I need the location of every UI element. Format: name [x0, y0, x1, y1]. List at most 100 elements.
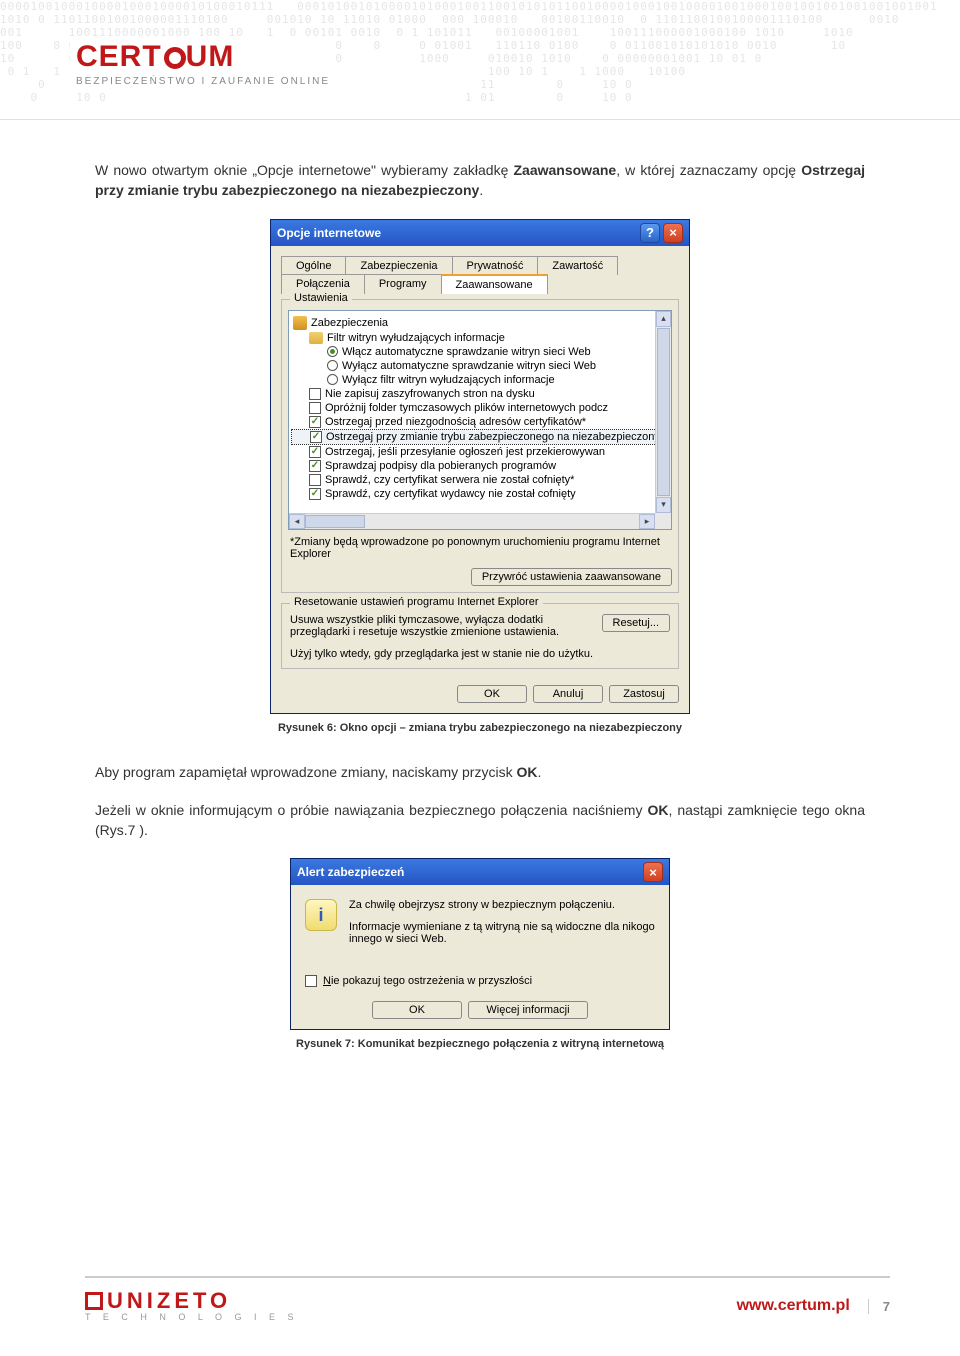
- checkbox-icon: [309, 474, 321, 486]
- footer-brand: UNIZETO T E C H N O L O G I E S: [85, 1290, 299, 1322]
- scroll-corner: [655, 513, 671, 529]
- header-binary-band: 000010010001000010001000010100010111 000…: [0, 0, 960, 120]
- tab-security[interactable]: Zabezpieczenia: [345, 256, 452, 275]
- p1-a: W nowo otwartym oknie „Opcje internetowe…: [95, 162, 513, 178]
- dialog-titlebar: Opcje internetowe ? ×: [271, 220, 689, 246]
- alert-text: Za chwilę obejrzysz strony w bezpiecznym…: [349, 899, 655, 955]
- tab-general[interactable]: Ogólne: [281, 256, 346, 275]
- radio-item-1[interactable]: Wyłącz automatyczne sprawdzanie witryn s…: [291, 359, 669, 373]
- paragraph-2: Aby program zapamiętał wprowadzone zmian…: [95, 762, 865, 782]
- dialog-title: Opcje internetowe: [277, 226, 381, 240]
- alert-moreinfo-label: Więcej informacji: [486, 1004, 569, 1016]
- p2-c: .: [537, 764, 541, 780]
- lock-icon: [293, 316, 307, 330]
- tab-connections[interactable]: Połączenia: [281, 274, 365, 294]
- checkbox-icon: [309, 402, 321, 414]
- settings-legend: Ustawienia: [290, 292, 352, 304]
- logo-subtitle: BEZPIECZEŃSTWO I ZAUFANIE ONLINE: [76, 76, 330, 87]
- reset-footnote: Użyj tylko wtedy, gdy przeglądarka jest …: [290, 648, 670, 660]
- horizontal-scrollbar[interactable]: ◂ ▸: [289, 513, 655, 529]
- check-item-7[interactable]: ✓ Sprawdź, czy certyfikat wydawcy nie zo…: [291, 487, 669, 501]
- restart-note: *Zmiany będą wprowadzone po ponownym uru…: [288, 530, 672, 562]
- checkbox-icon: ✓: [309, 488, 321, 500]
- checkbox-icon: ✓: [309, 460, 321, 472]
- tab-content[interactable]: Zawartość: [537, 256, 618, 275]
- scroll-right-icon[interactable]: ▸: [639, 514, 655, 529]
- scroll-thumb[interactable]: [657, 328, 670, 496]
- p1-e: .: [479, 182, 483, 198]
- check-label-2: Ostrzegaj przed niezgodnością adresów ce…: [325, 416, 586, 428]
- scroll-left-icon[interactable]: ◂: [289, 514, 305, 529]
- settings-listbox[interactable]: Zabezpieczenia Filtr witryn wyłudzającyc…: [288, 310, 672, 530]
- scroll-up-icon[interactable]: ▴: [656, 311, 671, 327]
- figure-7-caption: Rysunek 7: Komunikat bezpiecznego połącz…: [95, 1038, 865, 1050]
- apply-button[interactable]: Zastosuj: [609, 685, 679, 703]
- footer-brand-sub: T E C H N O L O G I E S: [85, 1312, 299, 1322]
- reset-groupbox: Resetowanie ustawień programu Internet E…: [281, 603, 679, 669]
- tabs-row-1: Ogólne Zabezpieczenia Prywatność Zawarto…: [281, 256, 679, 275]
- cancel-button[interactable]: Anuluj: [533, 685, 603, 703]
- alert-titlebar: Alert zabezpieczeń ×: [291, 859, 669, 885]
- page-content: W nowo otwartym oknie „Opcje internetowe…: [95, 160, 865, 1078]
- check-item-3-highlight[interactable]: ✓ Ostrzegaj przy zmianie trybu zabezpiec…: [291, 429, 669, 445]
- radio-item-0[interactable]: Włącz automatyczne sprawdzanie witryn si…: [291, 345, 669, 359]
- alert-close-button[interactable]: ×: [643, 862, 663, 882]
- check-label-5: Sprawdzaj podpisy dla pobieranych progra…: [325, 460, 556, 472]
- check-label-1: Opróżnij folder tymczasowych plików inte…: [325, 402, 608, 414]
- alert-line-1: Za chwilę obejrzysz strony w bezpiecznym…: [349, 899, 655, 911]
- help-button[interactable]: ?: [640, 223, 660, 243]
- security-alert-dialog: Alert zabezpieczeń × i Za chwilę obejrzy…: [290, 858, 670, 1030]
- checkbox-icon: ✓: [309, 416, 321, 428]
- tab-programs[interactable]: Programy: [364, 274, 442, 294]
- p1-c: , w której zaznaczamy opcję: [616, 162, 801, 178]
- footer-brand-text: UNIZETO: [107, 1288, 231, 1313]
- footer-url: www.certum.pl: [737, 1297, 850, 1315]
- vertical-scrollbar[interactable]: ▴ ▾: [655, 311, 671, 513]
- paragraph-3: Jeżeli w oknie informującym o próbie naw…: [95, 800, 865, 841]
- p3-b: OK: [647, 802, 668, 818]
- tree-sub-label: Filtr witryn wyłudzających informacje: [327, 332, 505, 344]
- alert-ok-button[interactable]: OK: [372, 1001, 462, 1019]
- ok-button[interactable]: OK: [457, 685, 527, 703]
- check-item-6[interactable]: Sprawdź, czy certyfikat serwera nie zost…: [291, 473, 669, 487]
- alert-title: Alert zabezpieczeń: [297, 865, 404, 879]
- p2-b: OK: [516, 764, 537, 780]
- check-label-4: Ostrzegaj, jeśli przesyłanie ogłoszeń je…: [325, 446, 605, 458]
- check-item-1[interactable]: Opróżnij folder tymczasowych plików inte…: [291, 401, 669, 415]
- tab-advanced[interactable]: Zaawansowane: [441, 274, 548, 294]
- paragraph-1: W nowo otwartym oknie „Opcje internetowe…: [95, 160, 865, 201]
- restore-defaults-button[interactable]: Przywróć ustawienia zaawansowane: [471, 568, 672, 586]
- hscroll-thumb[interactable]: [305, 515, 365, 528]
- tree-section-security: Zabezpieczenia: [291, 315, 669, 331]
- info-icon: i: [305, 899, 337, 931]
- radio-icon: [327, 346, 338, 357]
- tab-privacy[interactable]: Prywatność: [452, 256, 539, 275]
- scroll-down-icon[interactable]: ▾: [656, 497, 671, 513]
- check-item-0[interactable]: Nie zapisuj zaszyfrowanych stron na dysk…: [291, 387, 669, 401]
- reset-legend: Resetowanie ustawień programu Internet E…: [290, 596, 543, 608]
- close-button[interactable]: ×: [663, 223, 683, 243]
- check-item-2[interactable]: ✓ Ostrzegaj przed niezgodnością adresów …: [291, 415, 669, 429]
- alert-moreinfo-button[interactable]: Więcej informacji: [468, 1001, 588, 1019]
- tree-section-label: Zabezpieczenia: [311, 317, 388, 329]
- p1-b: Zaawansowane: [513, 162, 616, 178]
- reset-button[interactable]: Resetuj...: [602, 614, 670, 632]
- internet-options-dialog: Opcje internetowe ? × Ogólne Zabezpiecze…: [270, 219, 690, 714]
- radio-icon: [327, 374, 338, 385]
- reset-description: Usuwa wszystkie pliki tymczasowe, wyłącz…: [290, 614, 594, 638]
- certum-logo: CERT UM BEZPIECZEŃSTWO I ZAUFANIE ONLINE: [70, 36, 336, 91]
- check-item-5[interactable]: ✓ Sprawdzaj podpisy dla pobieranych prog…: [291, 459, 669, 473]
- p2-a: Aby program zapamiętał wprowadzone zmian…: [95, 764, 516, 780]
- page-number: 7: [868, 1299, 890, 1314]
- check-label-7: Sprawdź, czy certyfikat wydawcy nie zost…: [325, 488, 576, 500]
- figure-6-caption: Rysunek 6: Okno opcji – zmiana trybu zab…: [95, 722, 865, 734]
- radio-item-2[interactable]: Wyłącz filtr witryn wyłudzających inform…: [291, 373, 669, 387]
- radio-label-0: Włącz automatyczne sprawdzanie witryn si…: [342, 346, 591, 358]
- unizeto-box-icon: [85, 1292, 103, 1310]
- logo-o-icon: [164, 47, 186, 69]
- tabs-row-2: Połączenia Programy Zaawansowane: [281, 274, 679, 294]
- alert-suppress-row[interactable]: Nie pokazuj tego ostrzeżenia w przyszłoś…: [305, 975, 655, 987]
- check-item-4[interactable]: ✓ Ostrzegaj, jeśli przesyłanie ogłoszeń …: [291, 445, 669, 459]
- settings-groupbox: Ustawienia Zabezpieczenia Filtr witryn w…: [281, 299, 679, 593]
- folder-icon: [309, 332, 323, 344]
